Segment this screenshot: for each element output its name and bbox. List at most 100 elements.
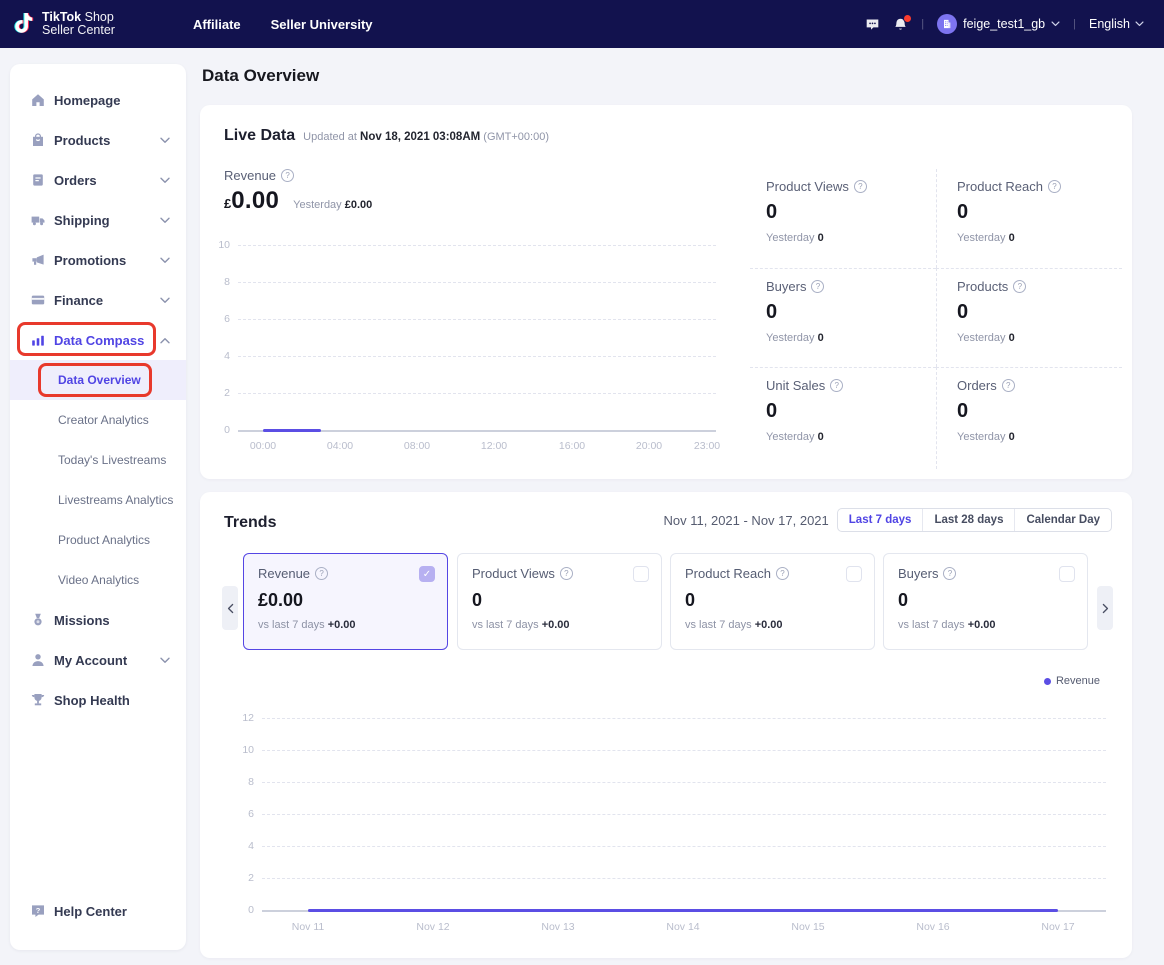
carousel-right-button[interactable] (1097, 586, 1113, 630)
chevron-right-icon (1102, 603, 1109, 614)
sidebar-item-label: Video Analytics (58, 573, 139, 587)
sidebar-item-my-account[interactable]: My Account (10, 640, 186, 680)
stat-value: 0 (957, 400, 1122, 423)
stat-orders: Orders?0Yesterday 0 (936, 367, 1122, 469)
question-circle-icon[interactable]: ? (830, 379, 843, 392)
sidebar-item-orders[interactable]: Orders (10, 160, 186, 200)
header-right: | feige_test1_gb | English (865, 14, 1144, 34)
sidebar-item-homepage[interactable]: Homepage (10, 80, 186, 120)
tiktok-note-icon (12, 11, 34, 37)
chat-icon[interactable] (865, 17, 880, 32)
metric-card-value: 0 (472, 590, 647, 611)
x-tick-label: Nov 11 (283, 921, 333, 933)
svg-text:?: ? (36, 906, 41, 915)
language-selector[interactable]: English (1089, 17, 1144, 31)
question-circle-icon[interactable]: ? (1013, 280, 1026, 293)
question-circle-icon[interactable]: ? (1002, 379, 1015, 392)
checkbox-buyers[interactable] (1059, 566, 1075, 582)
stat-yesterday: Yesterday 0 (766, 332, 936, 344)
live-data-card: Live Data Updated at Nov 18, 2021 03:08A… (200, 105, 1132, 479)
x-tick-label: Nov 15 (783, 921, 833, 933)
sidebar-item-product-analytics[interactable]: Product Analytics (10, 520, 186, 560)
updated-timezone: (GMT+00:00) (483, 131, 549, 143)
nav-affiliate[interactable]: Affiliate (193, 17, 241, 32)
y-tick-label: 12 (200, 712, 254, 724)
compare-delta: +0.00 (968, 619, 996, 631)
yesterday-label: Yesterday (766, 232, 818, 244)
metric-card-buyers[interactable]: Buyers?0vs last 7 days +0.00 (883, 553, 1088, 650)
question-circle-icon[interactable]: ? (560, 567, 573, 580)
revenue-yesterday: Yesterday £0.00 (293, 199, 372, 211)
question-circle-icon[interactable]: ? (854, 180, 867, 193)
range-button-last-28-days[interactable]: Last 28 days (922, 509, 1014, 531)
live-data-title: Live Data (224, 127, 295, 145)
sidebar-item-label: Shop Health (54, 693, 130, 708)
y-tick-label: 0 (200, 904, 254, 916)
stat-value: 0 (957, 201, 1122, 224)
stat-label-row: Orders? (957, 378, 1122, 393)
stat-label-row: Product Reach? (957, 179, 1122, 194)
question-circle-icon[interactable]: ? (943, 567, 956, 580)
sidebar-item-todays-livestreams[interactable]: Today's Livestreams (10, 440, 186, 480)
x-tick-label: Nov 16 (908, 921, 958, 933)
sidebar-item-video-analytics[interactable]: Video Analytics (10, 560, 186, 600)
notifications-bell-icon[interactable] (893, 17, 908, 32)
x-tick-label: 20:00 (624, 440, 674, 452)
y-tick-label: 2 (200, 387, 230, 399)
yesterday-label: Yesterday (293, 199, 342, 211)
gridline (238, 245, 716, 246)
sidebar-item-data-overview[interactable]: Data Overview (10, 360, 186, 400)
user-menu[interactable]: feige_test1_gb (937, 14, 1060, 34)
trends-title: Trends (224, 514, 276, 532)
metric-card-product-reach[interactable]: Product Reach?0vs last 7 days +0.00 (670, 553, 875, 650)
sidebar-item-missions[interactable]: Missions (10, 600, 186, 640)
metric-card-revenue[interactable]: Revenue?✓£0.00vs last 7 days +0.00 (243, 553, 448, 650)
sidebar-item-finance[interactable]: Finance (10, 280, 186, 320)
sidebar-item-help-center[interactable]: ? Help Center (10, 891, 186, 931)
sidebar-item-promotions[interactable]: Promotions (10, 240, 186, 280)
y-tick-label: 8 (200, 276, 230, 288)
gridline (262, 814, 1106, 815)
question-circle-icon[interactable]: ? (776, 567, 789, 580)
user-name: feige_test1_gb (963, 17, 1045, 31)
checkbox-product-reach[interactable] (846, 566, 862, 582)
updated-prefix: Updated at (303, 131, 357, 143)
building-icon (941, 18, 953, 30)
tiktok-shop-logo[interactable]: TikTok Shop Seller Center (12, 11, 115, 37)
range-button-last-7-days[interactable]: Last 7 days (838, 509, 923, 531)
x-tick-label: Nov 12 (408, 921, 458, 933)
metric-card-label: Buyers (898, 566, 938, 581)
nav-seller-university[interactable]: Seller University (271, 17, 373, 32)
sidebar-item-shop-health[interactable]: Shop Health (10, 680, 186, 720)
sidebar-item-label: Data Overview (58, 373, 141, 387)
x-tick-label: Nov 14 (658, 921, 708, 933)
revenue-data-line (308, 909, 1058, 912)
sidebar-item-creator-analytics[interactable]: Creator Analytics (10, 400, 186, 440)
sidebar-item-livestreams-analytics[interactable]: Livestreams Analytics (10, 480, 186, 520)
sidebar-item-shipping[interactable]: Shipping (10, 200, 186, 240)
question-circle-icon[interactable]: ? (1048, 180, 1061, 193)
trends-chart: 121086420Nov 11Nov 12Nov 13Nov 14Nov 15N… (200, 702, 1132, 952)
compare-delta: +0.00 (328, 619, 356, 631)
carousel-left-button[interactable] (222, 586, 238, 630)
stat-value: 0 (766, 201, 936, 224)
stat-products: Products?0Yesterday 0 (936, 268, 1122, 367)
metric-card-product-views[interactable]: Product Views?0vs last 7 days +0.00 (457, 553, 662, 650)
gridline (262, 750, 1106, 751)
sidebar-item-label: Finance (54, 293, 103, 308)
checkbox-product-views[interactable] (633, 566, 649, 582)
question-circle-icon[interactable]: ? (811, 280, 824, 293)
question-circle-icon[interactable]: ? (315, 567, 328, 580)
checkbox-revenue[interactable]: ✓ (419, 566, 435, 582)
stat-label: Buyers (766, 279, 806, 294)
y-tick-label: 6 (200, 313, 230, 325)
question-circle-icon[interactable]: ? (281, 169, 294, 182)
range-button-calendar-day[interactable]: Calendar Day (1014, 509, 1111, 531)
yesterday-label: Yesterday (766, 332, 818, 344)
help-icon: ? (30, 903, 46, 919)
sidebar-item-data-compass[interactable]: Data Compass (10, 320, 186, 360)
gridline (262, 878, 1106, 879)
notification-dot (903, 14, 912, 23)
sidebar-item-products[interactable]: Products (10, 120, 186, 160)
shop-health-icon (30, 692, 46, 708)
